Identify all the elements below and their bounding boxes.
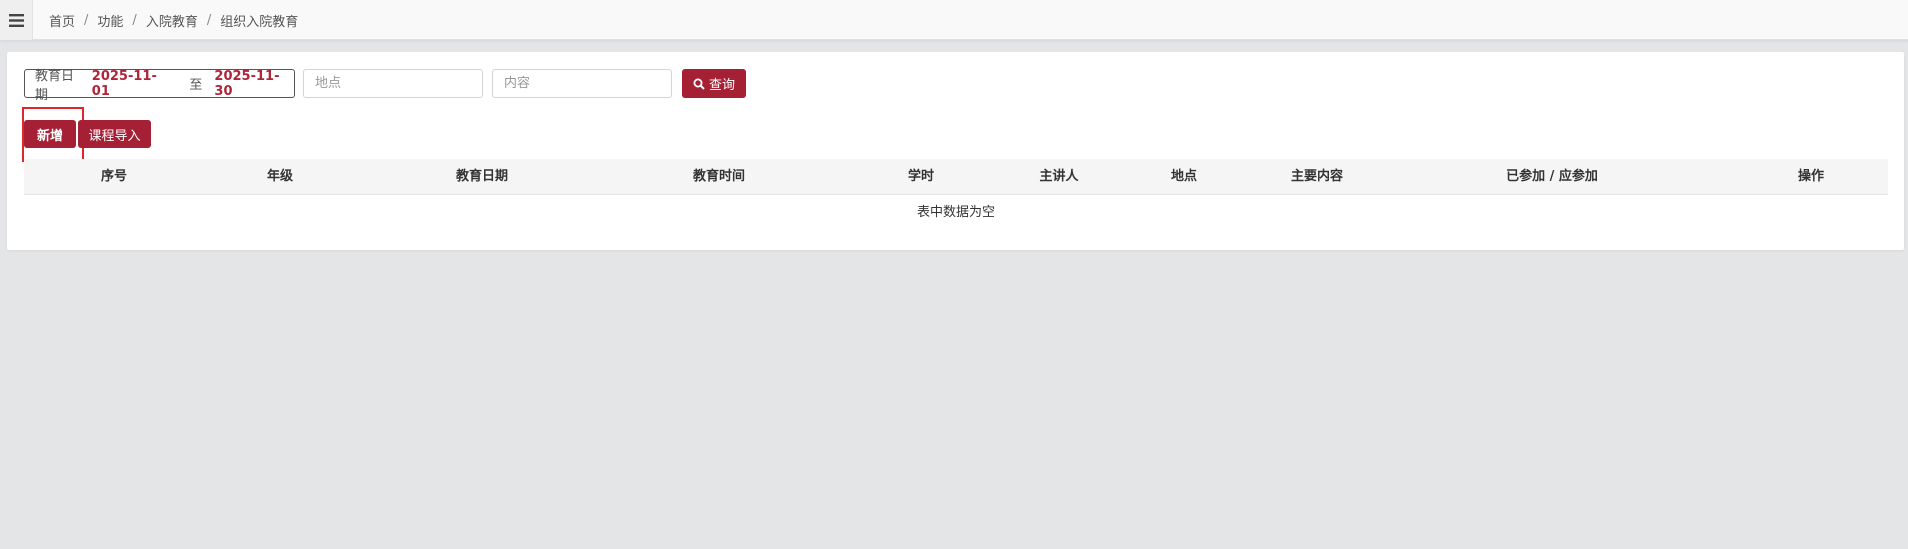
breadcrumb-separator: / <box>132 12 137 28</box>
date-end[interactable]: 2025-11-30 <box>214 69 294 99</box>
column-header-actions[interactable]: 操作 <box>1798 159 1824 195</box>
breadcrumb-separator: / <box>206 12 212 28</box>
column-header-grade[interactable]: 年级 <box>267 159 293 195</box>
date-range-separator: 至 <box>189 78 203 93</box>
date-start[interactable]: 2025-11-01 <box>92 69 172 99</box>
breadcrumb-current: 组织入院教育 <box>220 14 299 30</box>
main-card: 教育日期 2025-11-01 至 2025-11-30 查询 新增 课程导入 … <box>7 52 1904 250</box>
column-header-hours[interactable]: 学时 <box>908 159 934 195</box>
search-button-label: 查询 <box>708 78 735 93</box>
search-icon <box>693 78 705 90</box>
column-header-date[interactable]: 教育日期 <box>456 159 508 195</box>
column-header-content[interactable]: 主要内容 <box>1291 159 1343 195</box>
search-button[interactable]: 查询 <box>682 69 746 98</box>
column-header-lecturer[interactable]: 主讲人 <box>1039 159 1078 195</box>
breadcrumb: 首页 / 功能 / 入院教育 / 组织入院教育 <box>49 0 298 40</box>
breadcrumb-admission-education[interactable]: 入院教育 <box>146 11 198 30</box>
location-input[interactable] <box>303 69 483 98</box>
column-header-location[interactable]: 地点 <box>1171 159 1197 195</box>
content-input[interactable] <box>492 69 672 98</box>
add-button[interactable]: 新增 <box>24 120 76 148</box>
column-header-index[interactable]: 序号 <box>101 159 127 195</box>
date-range-label: 教育日期 <box>35 68 75 103</box>
breadcrumb-separator: / <box>84 12 89 28</box>
date-range-picker[interactable]: 教育日期 2025-11-01 至 2025-11-30 <box>24 69 295 103</box>
column-header-attendance[interactable]: 已参加 / 应参加 <box>1506 159 1598 195</box>
course-import-button[interactable]: 课程导入 <box>78 120 151 148</box>
column-header-time[interactable]: 教育时间 <box>693 159 745 195</box>
table-header: 序号 年级 教育日期 教育时间 学时 主讲人 地点 主要内容 已参加 / 应参加… <box>24 159 1888 195</box>
menu-toggle-button[interactable] <box>0 0 33 40</box>
hamburger-menu-icon <box>8 13 24 27</box>
top-bar: 首页 / 功能 / 入院教育 / 组织入院教育 <box>0 0 1908 40</box>
breadcrumb-home[interactable]: 首页 <box>49 11 75 30</box>
table-empty-message: 表中数据为空 <box>916 205 995 220</box>
breadcrumb-function[interactable]: 功能 <box>97 11 123 30</box>
